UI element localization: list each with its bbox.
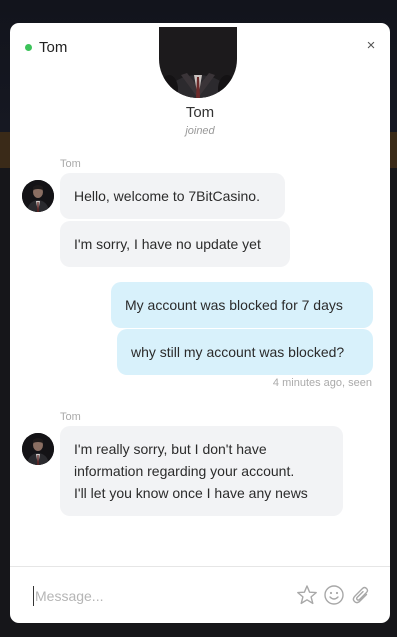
agent-joined-status: joined (185, 125, 215, 137)
agent-message-bubble: I'm really sorry, but I don't have infor… (60, 426, 343, 516)
message-composer (10, 566, 390, 623)
agent-avatar-photo (22, 433, 54, 465)
agent-avatar (22, 433, 54, 465)
message-text: I'm sorry, I have no update yet (74, 236, 261, 252)
sender-label: Tom (60, 158, 81, 170)
agent-photo (159, 27, 237, 98)
sender-label: Tom (60, 411, 81, 423)
message-text: Hello, welcome to 7BitCasino. (74, 188, 260, 204)
message-line: I'll let you know once I have any news (74, 485, 308, 501)
agent-avatar-large (159, 27, 237, 98)
message-line: information regarding your account. (74, 463, 295, 479)
online-status-dot (25, 44, 32, 51)
star-icon[interactable] (296, 584, 318, 606)
attachment-icon[interactable] (350, 584, 372, 606)
message-text: My account was blocked for 7 days (125, 297, 343, 313)
agent-avatar-photo (22, 180, 54, 212)
close-button[interactable]: × (362, 37, 380, 55)
emoji-icon[interactable] (323, 584, 345, 606)
chat-widget: Tom × Tom joined Tom Hello, welcome to 7… (10, 23, 390, 623)
user-message-bubble: why still my account was blocked? (117, 329, 373, 375)
agent-name: Tom (185, 104, 215, 121)
agent-message-bubble: I'm sorry, I have no update yet (60, 221, 290, 267)
message-input[interactable] (33, 583, 285, 609)
message-line: I'm really sorry, but I don't have (74, 441, 267, 457)
header-agent-name: Tom (39, 39, 68, 56)
message-text: why still my account was blocked? (131, 344, 345, 360)
agent-avatar (22, 180, 54, 212)
agent-message-bubble: Hello, welcome to 7BitCasino. (60, 173, 285, 219)
user-message-bubble: My account was blocked for 7 days (111, 282, 373, 328)
message-delivery-status: 4 minutes ago, seen (272, 377, 372, 389)
